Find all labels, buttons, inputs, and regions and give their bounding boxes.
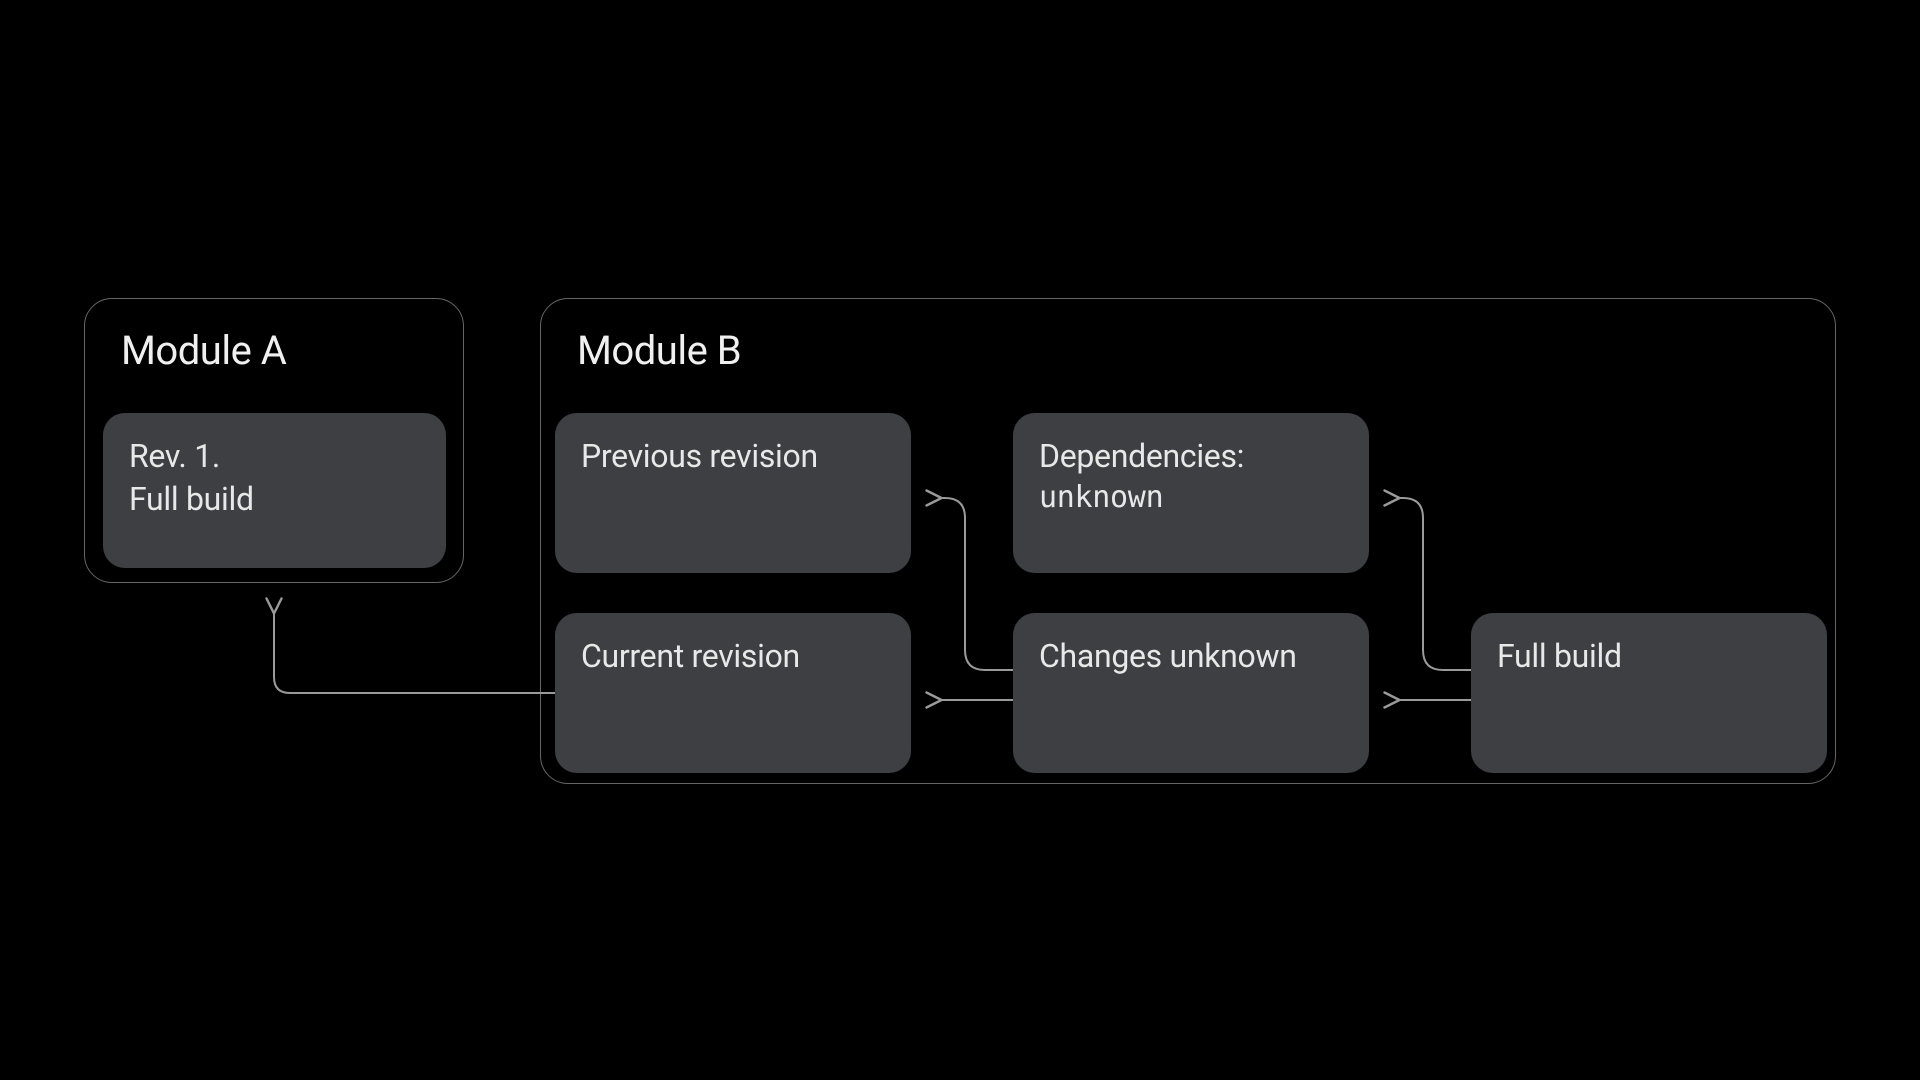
dependencies-line1: Dependencies: bbox=[1039, 435, 1343, 478]
current-revision-card: Current revision bbox=[555, 613, 911, 773]
dependencies-card: Dependencies: unknown bbox=[1013, 413, 1369, 573]
previous-revision-label: Previous revision bbox=[581, 437, 818, 475]
previous-revision-card: Previous revision bbox=[555, 413, 911, 573]
full-build-card: Full build bbox=[1471, 613, 1827, 773]
module-b-title: Module B bbox=[577, 327, 1817, 374]
module-a-card: Rev. 1. Full build bbox=[103, 413, 446, 568]
changes-card: Changes unknown bbox=[1013, 613, 1369, 773]
module-a-card-line1: Rev. 1. bbox=[129, 435, 420, 478]
full-build-label: Full build bbox=[1497, 637, 1622, 675]
current-revision-label: Current revision bbox=[581, 637, 800, 675]
module-a-title: Module A bbox=[121, 327, 445, 374]
changes-label: Changes unknown bbox=[1039, 637, 1297, 675]
dependencies-line2: unknown bbox=[1039, 478, 1343, 519]
module-a-card-line2: Full build bbox=[129, 478, 420, 521]
